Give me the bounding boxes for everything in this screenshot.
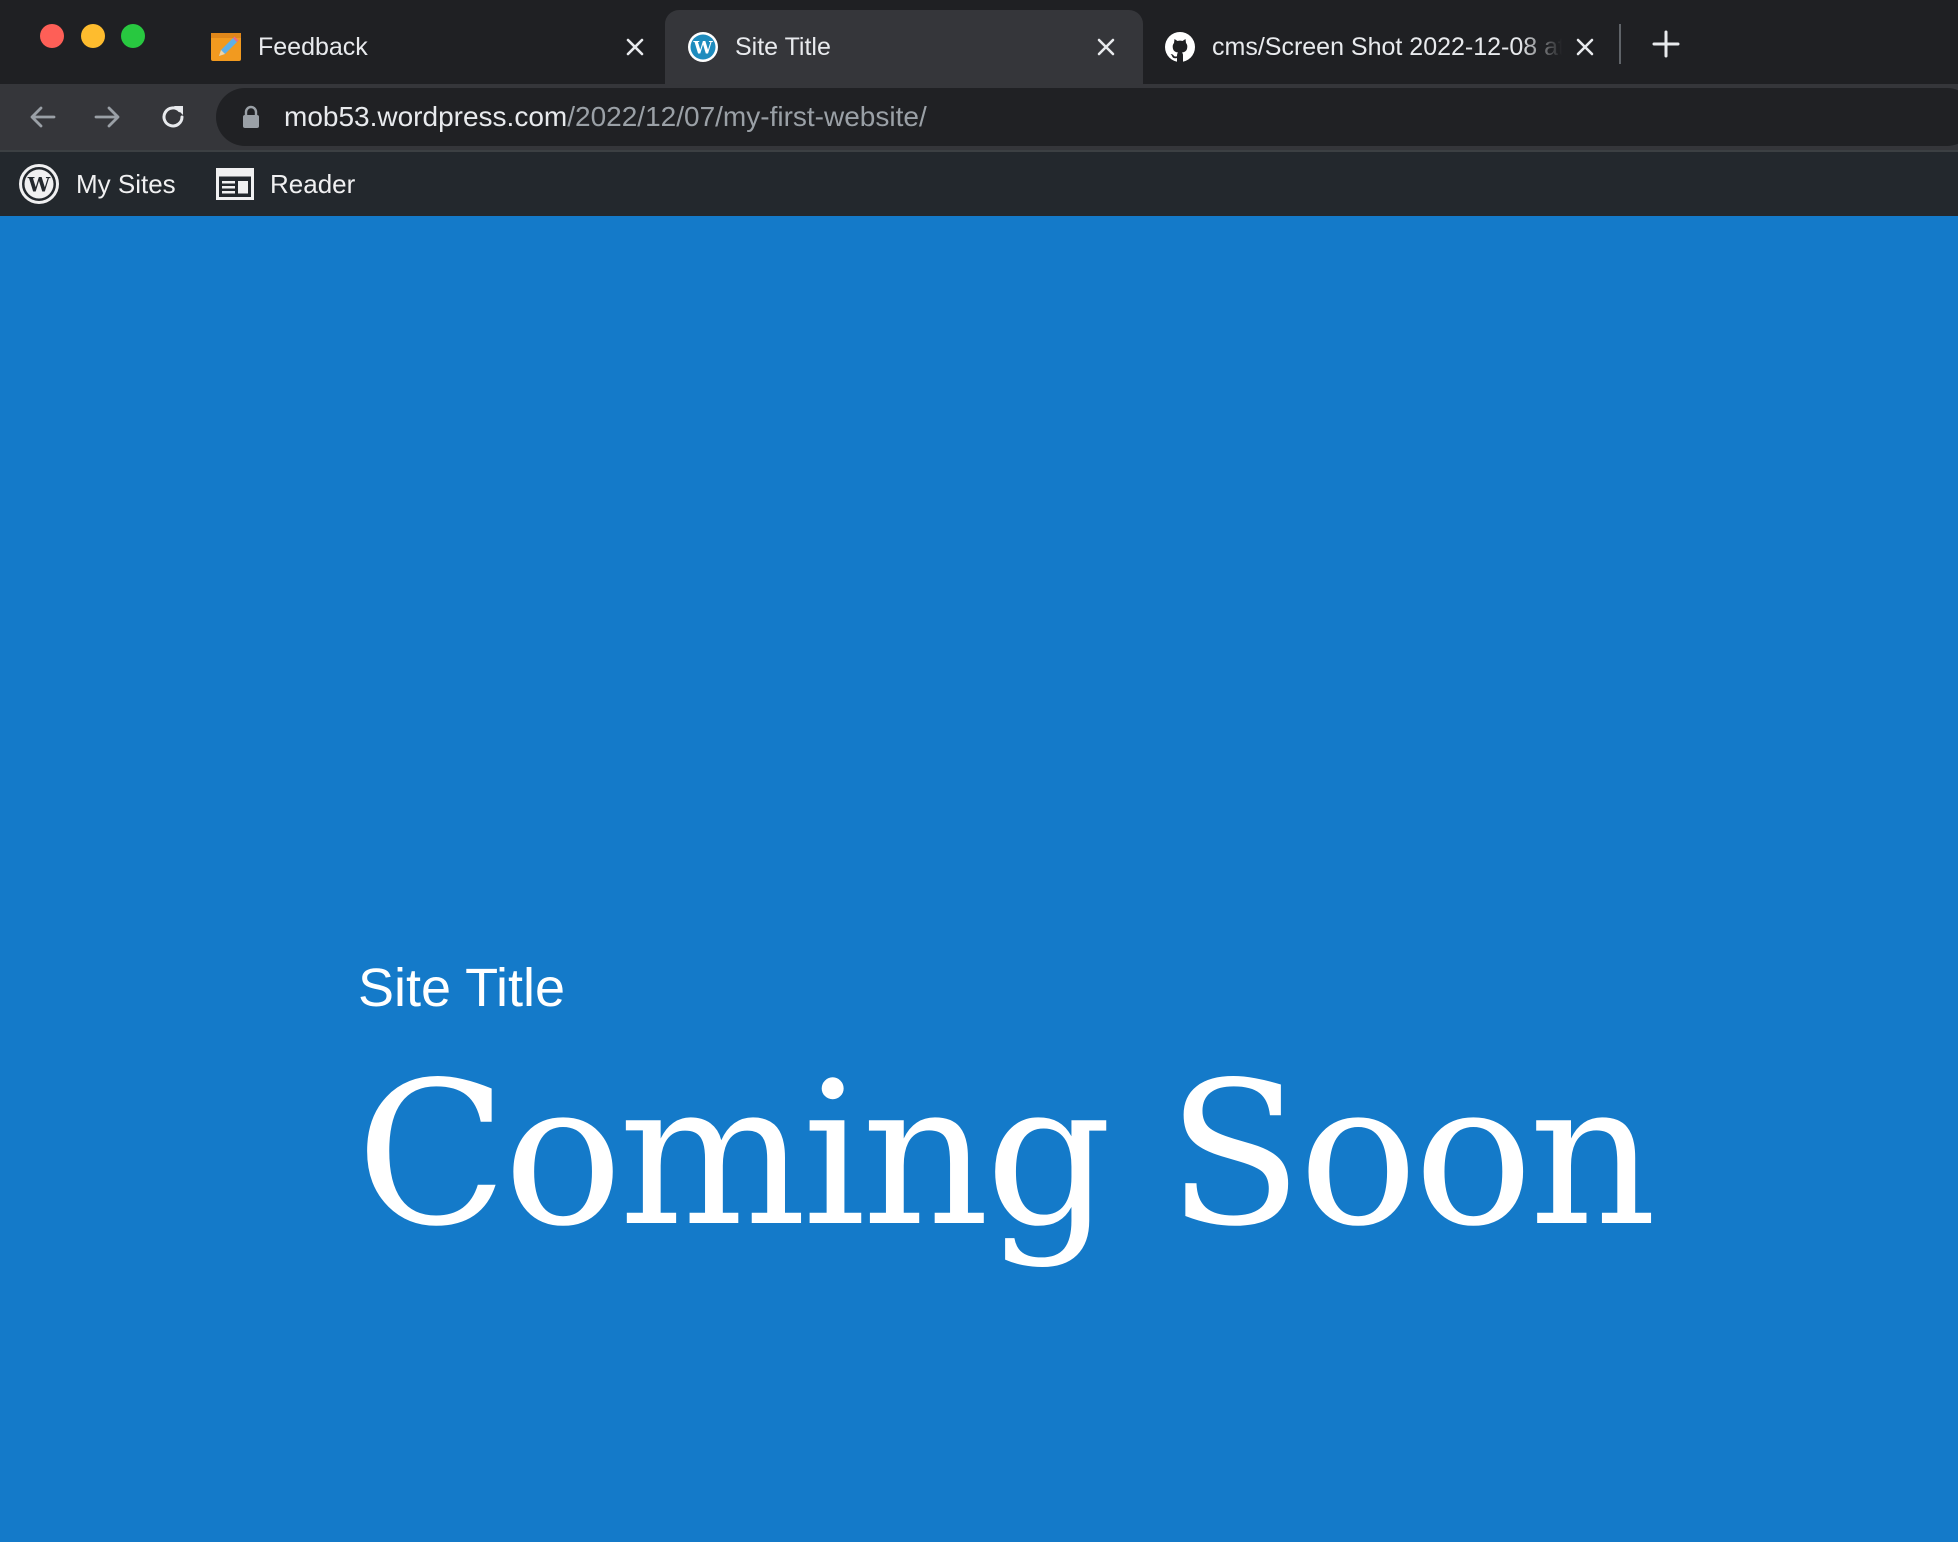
tab-separator bbox=[1619, 24, 1621, 64]
my-sites-label: My Sites bbox=[76, 168, 176, 199]
reader-label: Reader bbox=[270, 168, 356, 199]
close-window-button[interactable] bbox=[40, 24, 64, 48]
plus-icon bbox=[1652, 30, 1680, 58]
reload-icon bbox=[162, 106, 184, 128]
tab-title: cms/Screen Shot 2022-12-08 at bbox=[1212, 32, 1562, 61]
pencil-notepad-icon bbox=[210, 31, 242, 63]
new-tab-button[interactable] bbox=[1648, 26, 1684, 62]
tab-site-title[interactable]: W Site Title bbox=[665, 10, 1143, 84]
back-button[interactable] bbox=[22, 96, 64, 138]
site-title[interactable]: Site Title bbox=[358, 961, 565, 1015]
close-icon[interactable] bbox=[1572, 34, 1598, 60]
zoom-window-button[interactable] bbox=[121, 24, 145, 48]
tab-feedback[interactable]: Feedback bbox=[192, 10, 660, 84]
url-text[interactable]: mob53.wordpress.com/2022/12/07/my-first-… bbox=[284, 101, 927, 133]
tab-title: Feedback bbox=[258, 32, 368, 61]
arrow-right-icon bbox=[94, 106, 120, 128]
url-host: mob53.wordpress.com bbox=[284, 101, 568, 132]
wp-admin-bar: W My Sites Reader bbox=[0, 150, 1958, 216]
tab-strip: Feedback W Site Title cms/Screen Shot 20… bbox=[0, 0, 1958, 84]
wordpress-icon: W bbox=[18, 163, 60, 205]
browser-toolbar: mob53.wordpress.com/2022/12/07/my-first-… bbox=[0, 84, 1958, 150]
reload-button[interactable] bbox=[152, 96, 194, 138]
reader-icon bbox=[216, 168, 254, 200]
coming-soon-page: Site Title Coming Soon bbox=[0, 216, 1958, 1542]
tab-github-screenshot[interactable]: cms/Screen Shot 2022-12-08 at bbox=[1148, 10, 1608, 84]
wordpress-icon: W bbox=[687, 31, 719, 63]
url-path: /2022/12/07/my-first-website/ bbox=[567, 101, 927, 132]
svg-text:W: W bbox=[692, 39, 713, 59]
address-bar[interactable]: mob53.wordpress.com/2022/12/07/my-first-… bbox=[216, 88, 1958, 146]
minimize-window-button[interactable] bbox=[81, 24, 105, 48]
github-icon bbox=[1164, 31, 1196, 63]
coming-soon-heading: Coming Soon bbox=[356, 1039, 1657, 1270]
tab-title: Site Title bbox=[735, 32, 831, 61]
close-icon[interactable] bbox=[622, 34, 648, 60]
svg-text:W: W bbox=[27, 173, 51, 197]
lock-icon[interactable] bbox=[242, 104, 262, 130]
forward-button[interactable] bbox=[86, 96, 128, 138]
arrow-left-icon bbox=[30, 106, 56, 128]
reader-link[interactable]: Reader bbox=[216, 152, 355, 216]
close-icon[interactable] bbox=[1093, 34, 1119, 60]
my-sites-link[interactable]: W My Sites bbox=[18, 152, 176, 216]
